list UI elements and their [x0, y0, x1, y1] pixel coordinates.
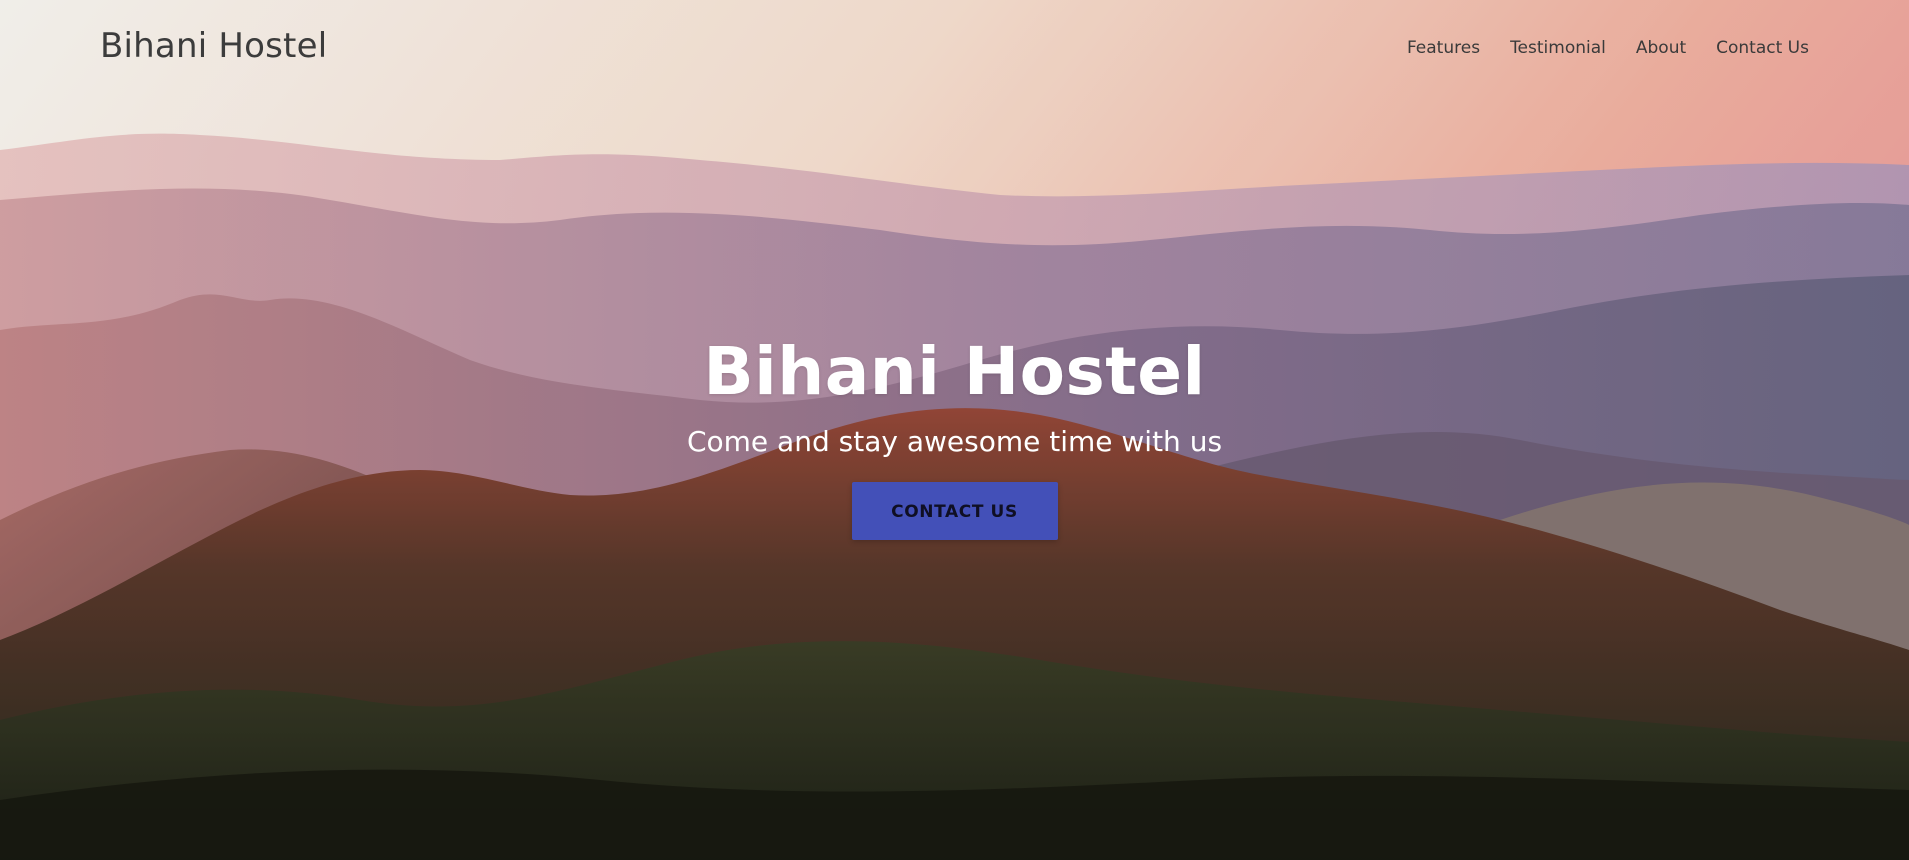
contact-us-button[interactable]: CONTACT US	[851, 482, 1058, 540]
hero-content: Bihani Hostel Come and stay awesome time…	[0, 330, 1909, 540]
brand-logo-text[interactable]: Bihani Hostel	[100, 26, 327, 66]
nav-link-about[interactable]: About	[1636, 38, 1686, 58]
hero-subtitle: Come and stay awesome time with us	[686, 425, 1223, 458]
top-navbar: Bihani Hostel Features Testimonial About…	[0, 0, 1909, 96]
nav-menu: Features Testimonial About Contact Us	[1377, 38, 1809, 58]
nav-link-features[interactable]: Features	[1407, 38, 1480, 58]
hero-section: Bihani Hostel Features Testimonial About…	[0, 0, 1909, 860]
nav-link-testimonial[interactable]: Testimonial	[1510, 38, 1606, 58]
hero-title: Bihani Hostel	[703, 333, 1206, 410]
nav-link-contact-us[interactable]: Contact Us	[1716, 38, 1809, 58]
